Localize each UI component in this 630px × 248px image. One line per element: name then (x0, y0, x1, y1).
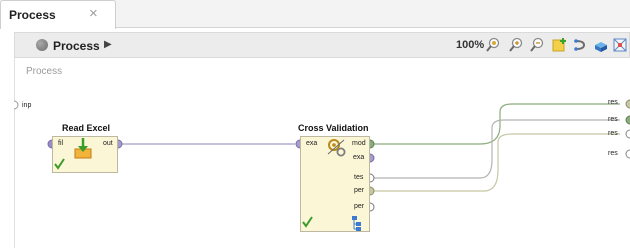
result-port-label-4: res (608, 150, 618, 157)
wire-perf-to-res3[interactable] (372, 133, 620, 192)
cross-validation-icon (327, 139, 346, 157)
result-port-3[interactable] (625, 129, 630, 139)
xval-per-port-1[interactable] (369, 186, 375, 196)
xval-per-label-2: per (354, 203, 365, 210)
xval-exa-in-label: exa (306, 140, 318, 147)
xval-tes-port[interactable] (369, 173, 375, 183)
result-port-label-3: res (608, 130, 618, 137)
process-input-label: inp (22, 102, 32, 109)
result-port-1[interactable] (625, 99, 630, 109)
subprocess-icon[interactable] (352, 216, 361, 231)
result-port-label-1: res (608, 99, 618, 106)
result-port-4[interactable] (625, 149, 630, 159)
xval-per-label-1: per (354, 187, 365, 194)
xval-mod-label: mod (352, 140, 366, 147)
cross-validation-check-icon (302, 216, 313, 228)
read-excel-out-label: out (103, 140, 113, 147)
wire-model-to-res1[interactable] (372, 103, 620, 145)
process-wires (13, 99, 630, 231)
read-excel-fil-label: fil (58, 140, 64, 147)
read-excel-icon (74, 138, 92, 159)
xval-exa-out-label: exa (353, 154, 365, 161)
result-port-2[interactable] (625, 115, 630, 125)
xval-per-port-2[interactable] (369, 202, 375, 212)
xval-mod-port[interactable] (369, 139, 375, 149)
wire-test-to-res2[interactable] (372, 119, 620, 179)
process-input-port[interactable] (13, 100, 19, 110)
read-excel-out-port[interactable] (117, 139, 123, 149)
xval-exa-out-port[interactable] (369, 153, 375, 163)
read-excel-check-icon (54, 158, 65, 170)
xval-tes-label: tes (354, 174, 364, 181)
read-excel-fil-port[interactable] (47, 139, 53, 149)
xval-exa-in-port[interactable] (295, 139, 301, 149)
result-port-label-2: res (608, 116, 618, 123)
